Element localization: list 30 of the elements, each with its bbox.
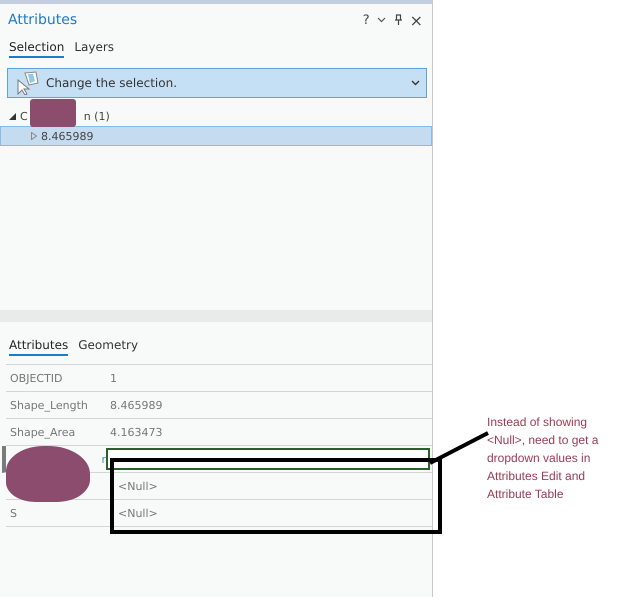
select-cursor-icon [16,71,40,95]
selection-dropdown[interactable]: Change the selection. [7,68,427,98]
tree-row[interactable]: 8.465989 [0,126,432,146]
expanded-triangle-icon[interactable] [9,112,16,120]
field-value: <Null> [117,480,159,492]
field-name: Shape_Length [9,398,89,412]
tree-label: 8.465989 [41,130,94,142]
tab[interactable]: Layers [74,40,114,58]
close-button[interactable]: × [406,10,426,30]
field-name: r [100,452,106,466]
tab[interactable]: Selection [9,40,64,58]
field-name: OBJECTID [9,372,64,384]
tree-label: C [20,110,28,122]
field-name: S [9,506,18,520]
tree-label: n (1) [84,110,110,122]
help-button[interactable]: ? [360,12,373,28]
chevron-down-icon[interactable] [376,17,386,23]
tree-row[interactable]: C n (1) [0,106,432,126]
chevron-down-icon [411,80,420,86]
redaction-mark [30,99,76,127]
field-value: 8.465989 [109,398,164,412]
field-value: 4.163473 [109,426,164,438]
field-value: <Null> [117,506,159,520]
tab[interactable]: Attributes [9,338,68,356]
annotation-note: Instead of showing <Null>, need to get a dropdown values in Attributes Edit and Attribute Table [487,414,600,503]
field-value: 1 [109,372,118,384]
pin-icon[interactable] [394,14,403,26]
tab[interactable]: Geometry [78,338,138,356]
panel-title: Attributes [8,12,78,28]
field-name: Shape_Area [9,426,76,438]
